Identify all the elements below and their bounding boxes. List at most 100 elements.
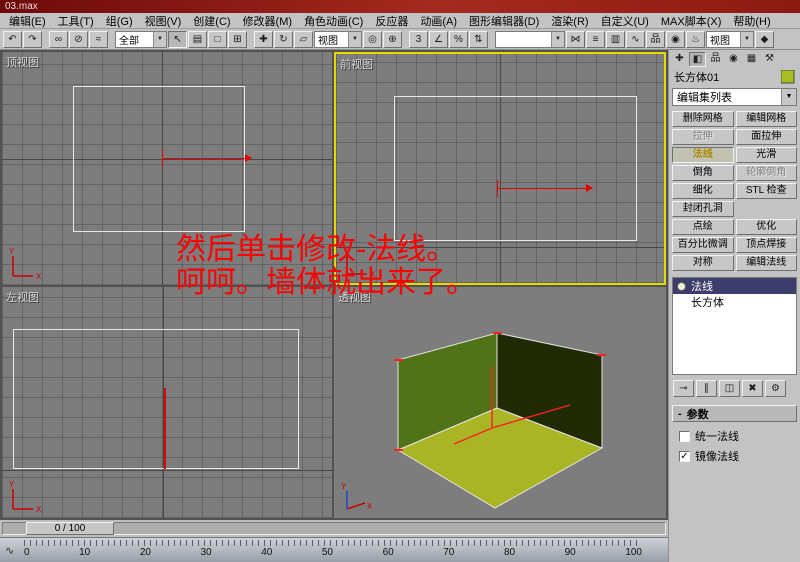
menu-item-rendering[interactable]: 渲染(R) xyxy=(545,13,594,29)
use-pivot-center-icon-button[interactable]: ◎ xyxy=(363,30,382,48)
menu-item-maxscript[interactable]: MAX脚本(X) xyxy=(655,13,728,29)
viewport-perspective[interactable]: 透视图 X Y xyxy=(334,287,666,518)
menu-item-tools[interactable]: 工具(T) xyxy=(52,13,100,29)
menu-item-views[interactable]: 视图(V) xyxy=(139,13,188,29)
menu-item-help[interactable]: 帮助(H) xyxy=(727,13,776,29)
gizmo-y-axis[interactable] xyxy=(164,388,166,469)
menu-item-create[interactable]: 创建(C) xyxy=(187,13,236,29)
select-by-name-icon-button[interactable]: ▤ xyxy=(188,30,207,48)
remove-modifier-icon-button[interactable]: ✖ xyxy=(742,380,763,397)
schematic-view-icon-button[interactable]: 品 xyxy=(646,30,665,48)
render-setup-icon-button[interactable]: ♨ xyxy=(686,30,705,48)
modifier-button-vertex-paint[interactable]: 点绘 xyxy=(672,219,734,235)
undo-icon-button[interactable]: ↶ xyxy=(3,30,22,48)
viewport-label-left[interactable]: 左视图 xyxy=(6,289,39,305)
tab-utilities-icon[interactable]: ⚒ xyxy=(761,52,778,67)
reference-coordinate-dropdown[interactable]: 视图 ▼ xyxy=(314,30,362,48)
named-selection-sets-dropdown[interactable]: ▼ xyxy=(495,30,565,48)
collapse-icon[interactable]: - xyxy=(678,408,682,420)
object-color-swatch[interactable] xyxy=(781,70,795,84)
select-and-link-icon-button[interactable]: ∞ xyxy=(49,30,68,48)
bulb-icon[interactable] xyxy=(677,281,686,291)
selection-region-icon-button[interactable]: □ xyxy=(208,30,227,48)
trackbar-curves-icon[interactable]: ∿ xyxy=(5,544,14,557)
dropdown-arrow-icon[interactable]: ▼ xyxy=(153,31,166,47)
menu-item-customize[interactable]: 自定义(U) xyxy=(595,13,655,29)
tab-motion-icon[interactable]: ◉ xyxy=(725,52,742,67)
redo-icon-button[interactable]: ↷ xyxy=(23,30,42,48)
menu-item-modifiers[interactable]: 修改器(M) xyxy=(237,13,299,29)
gizmo-x-axis[interactable] xyxy=(497,188,588,189)
modifier-button-face-extrude[interactable]: 面拉伸 xyxy=(735,129,797,145)
modifier-button-vertex-weld[interactable]: 顶点焊接 xyxy=(735,237,797,253)
perspective-3d-scene[interactable] xyxy=(334,287,666,518)
modifier-button-symmetry[interactable]: 对称 xyxy=(672,255,734,271)
modifier-button-smooth[interactable]: 光滑 xyxy=(735,147,797,163)
spinner-snap-icon-button[interactable]: ⇅ xyxy=(469,30,488,48)
viewport-label-front[interactable]: 前视图 xyxy=(340,56,373,72)
window-crossing-icon-button[interactable]: ⊞ xyxy=(228,30,247,48)
modifier-button-edit-mesh[interactable]: 编辑网格 xyxy=(735,111,797,127)
render-type-dropdown[interactable]: 视图 ▼ xyxy=(706,30,754,48)
modifier-button-delete-mesh[interactable]: 删除网格 xyxy=(672,111,734,127)
modifier-list-dropdown[interactable]: 编辑集列表 ▼ xyxy=(672,88,797,106)
modifier-button-normal[interactable]: 法线 xyxy=(672,147,734,163)
select-and-manipulate-icon-button[interactable]: ⊕ xyxy=(383,30,402,48)
bind-to-spacewarp-icon-button[interactable]: ≈ xyxy=(89,30,108,48)
unlink-selection-icon-button[interactable]: ⊘ xyxy=(69,30,88,48)
flip-normals-checkbox[interactable]: ✓ 镜像法线 xyxy=(669,444,800,464)
dropdown-arrow-icon[interactable]: ▼ xyxy=(551,31,564,47)
make-unique-icon-button[interactable]: ◫ xyxy=(719,380,740,397)
pin-stack-icon-button[interactable]: ⊸ xyxy=(673,380,694,397)
percent-snap-icon-button[interactable]: % xyxy=(449,30,468,48)
box-wireframe[interactable] xyxy=(13,329,299,469)
quick-render-icon-button[interactable]: ◆ xyxy=(755,30,774,48)
menu-item-character[interactable]: 角色动画(C) xyxy=(298,13,369,29)
window-titlebar[interactable]: 03.max xyxy=(0,0,800,13)
dropdown-arrow-icon[interactable]: ▼ xyxy=(348,31,361,47)
modifier-button-cap-holes[interactable]: 封闭孔洞 xyxy=(672,201,734,217)
stack-item-normal[interactable]: 法线 xyxy=(673,278,796,294)
dropdown-arrow-icon[interactable]: ▼ xyxy=(740,31,753,47)
snap-toggle-icon-button[interactable]: 3 xyxy=(409,30,428,48)
select-and-rotate-icon-button[interactable]: ↻ xyxy=(274,30,293,48)
dropdown-arrow-icon[interactable]: ▼ xyxy=(781,89,796,105)
modifier-button-optimize[interactable]: 优化 xyxy=(735,219,797,235)
tab-modify-icon[interactable]: ◧ xyxy=(689,51,706,67)
modifier-button-multires[interactable]: 百分比微调 xyxy=(672,237,734,253)
menu-item-reactor[interactable]: 反应器 xyxy=(369,13,414,29)
modifier-button-stl-check[interactable]: STL 检查 xyxy=(735,183,797,199)
gizmo-y-tick[interactable] xyxy=(162,150,163,167)
checkbox-checked-icon[interactable]: ✓ xyxy=(679,450,690,462)
select-and-move-icon-button[interactable]: ✚ xyxy=(254,30,273,48)
box-wireframe[interactable] xyxy=(394,96,637,241)
menu-item-group[interactable]: 组(G) xyxy=(100,13,139,29)
angle-snap-icon-button[interactable]: ∠ xyxy=(429,30,448,48)
show-end-result-icon-button[interactable]: ∥ xyxy=(696,380,717,397)
curve-editor-icon-button[interactable]: ∿ xyxy=(626,30,645,48)
selection-filter-dropdown[interactable]: 全部 ▼ xyxy=(115,30,167,48)
align-icon-button[interactable]: ≡ xyxy=(586,30,605,48)
checkbox-unchecked-icon[interactable] xyxy=(679,430,690,442)
track-bar[interactable]: ∿ 0 10 20 30 40 50 60 70 80 90 100 xyxy=(0,537,668,562)
material-editor-icon-button[interactable]: ◉ xyxy=(666,30,685,48)
tab-display-icon[interactable]: ▦ xyxy=(743,52,760,67)
menu-item-graph-editors[interactable]: 图形编辑器(D) xyxy=(463,13,545,29)
tab-create-icon[interactable]: ✚ xyxy=(671,52,688,67)
configure-sets-icon-button[interactable]: ⚙ xyxy=(765,380,786,397)
box-wireframe[interactable] xyxy=(73,86,245,232)
time-slider-button[interactable]: 0 / 100 xyxy=(26,522,114,535)
unify-normals-checkbox[interactable]: 统一法线 xyxy=(669,424,800,444)
stack-item-box[interactable]: 长方体 xyxy=(673,294,796,310)
gizmo-x-axis[interactable] xyxy=(163,158,247,159)
modifier-button-bevel[interactable]: 倒角 xyxy=(672,165,734,181)
layer-manager-icon-button[interactable]: ▥ xyxy=(606,30,625,48)
parameters-rollout-header[interactable]: - 参数 xyxy=(672,405,797,422)
mirror-icon-button[interactable]: ⋈ xyxy=(566,30,585,48)
viewport-label-top[interactable]: 顶视图 xyxy=(6,54,39,70)
viewport-left[interactable]: 左视图 X Y xyxy=(2,287,332,518)
select-and-scale-icon-button[interactable]: ▱ xyxy=(294,30,313,48)
menu-item-animation[interactable]: 动画(A) xyxy=(414,13,463,29)
modifier-button-tessellate[interactable]: 细化 xyxy=(672,183,734,199)
menu-item-edit[interactable]: 编辑(E) xyxy=(3,13,52,29)
